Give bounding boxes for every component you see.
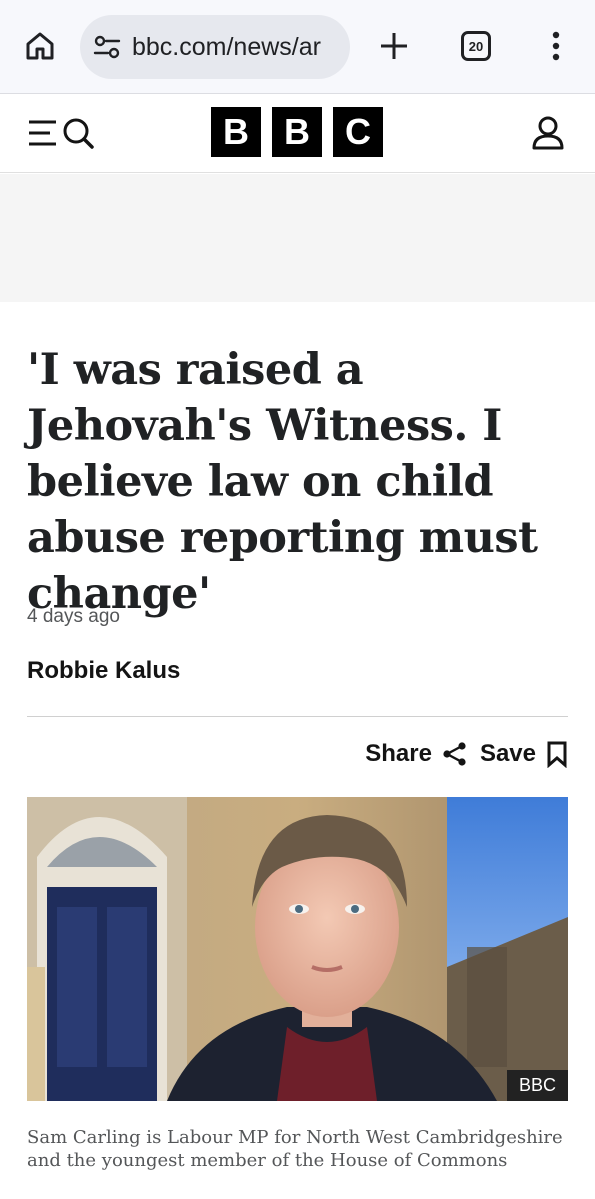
bookmark-icon: [547, 741, 567, 768]
menu-search-icon: [29, 118, 94, 149]
logo-letter: C: [333, 107, 383, 157]
home-icon: [26, 32, 54, 60]
bbc-logo[interactable]: B B C: [211, 107, 383, 157]
article-actions: Share Save: [365, 736, 568, 772]
article-headline: 'I was raised a Jehovah's Witness. I bel…: [27, 345, 538, 619]
article-image: BBC: [27, 797, 568, 1101]
divider: [27, 716, 568, 717]
menu-search-button[interactable]: [26, 113, 98, 153]
browser-toolbar: bbc.com/news/ar 20: [0, 0, 595, 94]
tab-count: 20: [461, 31, 491, 61]
plus-icon: [381, 33, 407, 59]
address-bar[interactable]: bbc.com/news/ar: [80, 15, 350, 79]
more-vert-icon: [552, 31, 560, 61]
user-icon: [532, 116, 564, 150]
save-button[interactable]: Save: [480, 740, 568, 768]
share-icon: [443, 742, 466, 766]
ad-placeholder: [0, 174, 595, 302]
tab-switcher-button[interactable]: 20: [454, 24, 498, 68]
logo-letter: B: [272, 107, 322, 157]
home-button[interactable]: [18, 24, 62, 68]
article-author: Robbie Kalus: [27, 657, 181, 684]
share-label: Share: [365, 740, 432, 767]
article-timestamp: 4 days ago: [27, 606, 120, 627]
site-header: B B C: [0, 95, 595, 173]
new-tab-button[interactable]: [372, 24, 416, 68]
browser-menu-button[interactable]: [534, 24, 578, 68]
portrait-photo: [27, 797, 568, 1101]
image-caption: Sam Carling is Labour MP for North West …: [27, 1127, 563, 1171]
url-text[interactable]: bbc.com/news/ar: [132, 33, 321, 62]
tune-icon[interactable]: [92, 32, 122, 62]
share-button[interactable]: Share: [365, 740, 468, 768]
save-label: Save: [479, 740, 536, 767]
logo-letter: B: [211, 107, 261, 157]
image-credit: BBC: [506, 1070, 568, 1101]
account-button[interactable]: [526, 111, 570, 155]
